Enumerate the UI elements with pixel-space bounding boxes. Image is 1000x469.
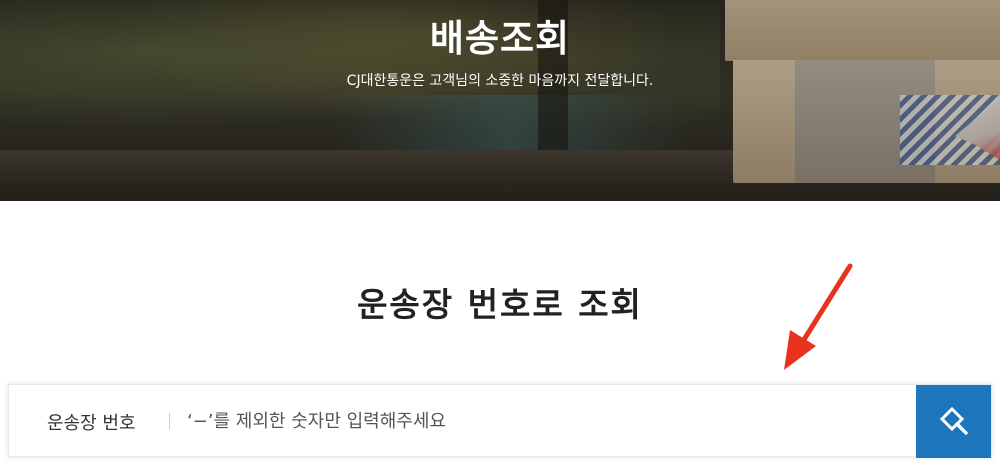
page-subtitle: CJ대한통운은 고객님의 소중한 마음까지 전달합니다.	[346, 73, 654, 89]
page-title: 배송조회	[429, 17, 571, 60]
hero-banner: 배송조회 CJ대한통운은 고객님의 소중한 마음까지 전달합니다.	[0, 0, 1000, 201]
search-button[interactable]	[916, 385, 991, 458]
search-divider	[169, 413, 170, 430]
tracking-number-label: 운송장 번호	[47, 413, 136, 434]
tracking-search-form: 운송장 번호	[8, 384, 992, 458]
annotation-arrow-icon	[784, 263, 853, 370]
search-icon	[939, 406, 968, 435]
tracking-number-input[interactable]	[187, 397, 907, 445]
